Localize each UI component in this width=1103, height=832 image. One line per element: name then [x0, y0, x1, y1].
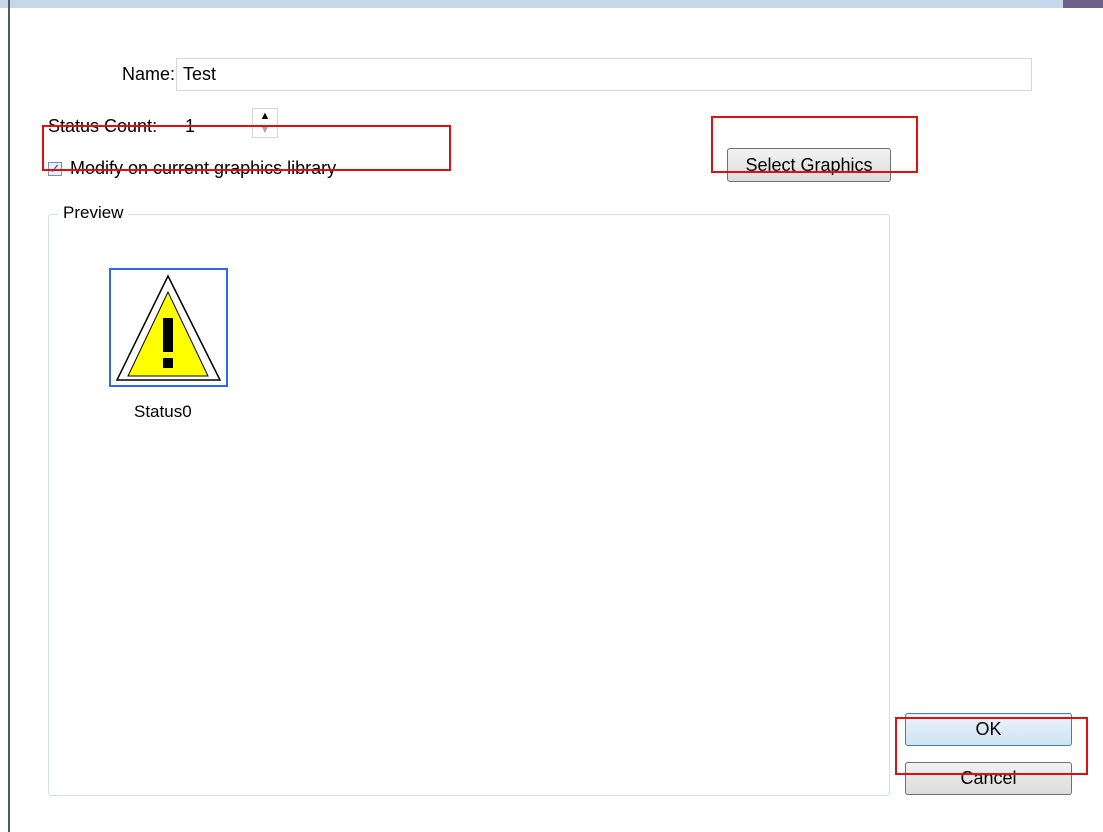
name-input[interactable] — [176, 58, 1032, 91]
preview-legend: Preview — [58, 203, 129, 223]
modify-checkbox[interactable]: ✓ — [48, 160, 62, 176]
spin-up-icon[interactable]: ▲ — [253, 109, 277, 123]
checkmark-icon: ✓ — [49, 160, 61, 176]
spin-down-icon[interactable]: ▼ — [253, 123, 277, 137]
window-top-corner — [1063, 0, 1103, 8]
name-label: Name: — [122, 64, 176, 84]
cancel-button[interactable]: Cancel — [905, 762, 1072, 795]
status-count-label: Status Count: — [48, 116, 158, 136]
ok-button[interactable]: OK — [905, 713, 1072, 746]
window-top-strip — [0, 0, 1103, 8]
modify-checkbox-label: Modify on current graphics library — [70, 158, 337, 178]
warning-triangle-icon — [115, 274, 222, 381]
select-graphics-button[interactable]: Select Graphics — [727, 148, 891, 182]
window-left-border — [8, 0, 10, 832]
status-thumbnail[interactable] — [109, 268, 228, 387]
status-count-value[interactable]: 1 — [185, 116, 195, 137]
status-count-spinner[interactable]: ▲ ▼ — [252, 108, 278, 138]
status-thumbnail-label: Status0 — [134, 402, 192, 421]
modify-checkbox-row[interactable]: ✓ Modify on current graphics library — [48, 158, 336, 179]
